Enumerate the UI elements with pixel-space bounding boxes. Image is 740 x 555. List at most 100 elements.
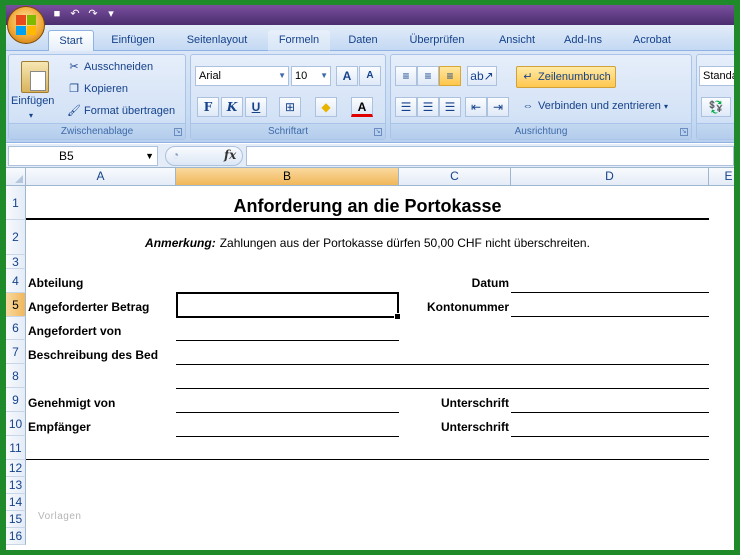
row-header-1[interactable]: 1 xyxy=(6,186,26,220)
row-header-10[interactable]: 10 xyxy=(6,412,26,436)
paste-label: Einfügen xyxy=(11,95,55,107)
shrink-font-button[interactable]: A xyxy=(359,66,381,86)
tab-einfuegen[interactable]: Einfügen xyxy=(104,30,162,51)
font-size-combo[interactable]: 10 ▼ xyxy=(291,66,331,86)
field-datum[interactable] xyxy=(511,292,709,293)
align-bottom-icon: ≡ xyxy=(446,69,454,83)
customize-icon[interactable]: ▾ xyxy=(104,7,118,21)
align-top-button[interactable]: ≡ xyxy=(395,66,417,86)
number-format-combo[interactable]: Standar xyxy=(699,66,734,86)
format-painter-button[interactable]: 🖌 Format übertragen xyxy=(67,104,175,118)
field-kontonummer[interactable] xyxy=(511,316,709,317)
selected-cell-b5[interactable] xyxy=(176,292,401,320)
insert-function-button[interactable]: fx xyxy=(224,148,236,162)
label-angefordert-von: Angefordert von xyxy=(28,324,122,338)
row-header-16[interactable]: 16 xyxy=(6,528,26,545)
name-box[interactable]: B5 ▼ xyxy=(8,146,158,166)
field-genehmigt-von[interactable] xyxy=(176,412,399,413)
save-icon[interactable]: ■ xyxy=(50,7,64,21)
font-name-combo[interactable]: Arial ▼ xyxy=(195,66,289,86)
align-left-button[interactable]: ☰ xyxy=(395,97,417,117)
cut-button[interactable]: ✂ Ausschneiden xyxy=(67,60,153,74)
orientation-button[interactable]: ab↗ xyxy=(467,66,497,86)
currency-format-button[interactable]: 💱 xyxy=(701,97,731,117)
align-right-icon: ☰ xyxy=(444,100,456,114)
copy-button[interactable]: ❐ Kopieren xyxy=(67,82,128,96)
paste-button[interactable]: Einfügen xyxy=(11,95,54,107)
column-header-b[interactable]: B xyxy=(176,168,399,186)
align-center-button[interactable]: ☰ xyxy=(417,97,439,117)
row-header-7[interactable]: 7 xyxy=(6,340,26,364)
borders-icon: ⊞ xyxy=(284,100,296,114)
grow-font-button[interactable]: A xyxy=(336,66,358,86)
align-right-button[interactable]: ☰ xyxy=(439,97,461,117)
field-angefordert-von[interactable] xyxy=(176,340,399,341)
underline-button[interactable]: U xyxy=(245,97,267,117)
title-underline xyxy=(26,218,709,220)
font-color-button[interactable]: A xyxy=(351,97,373,117)
align-middle-button[interactable]: ≡ xyxy=(417,66,439,86)
column-header-c[interactable]: C xyxy=(399,168,511,186)
field-beschreibung-1[interactable] xyxy=(176,364,709,365)
resize-handle-icon[interactable]: ◔ xyxy=(172,148,179,162)
undo-icon[interactable]: ↶ xyxy=(68,7,82,21)
row-header-8[interactable]: 8 xyxy=(6,364,26,388)
label-datum: Datum xyxy=(471,276,509,290)
row-header-4[interactable]: 4 xyxy=(6,269,26,293)
bold-button[interactable]: F xyxy=(197,97,219,117)
select-all-button[interactable] xyxy=(6,168,26,186)
label-beschreibung: Beschreibung des Bed xyxy=(28,348,159,362)
field-empfaenger[interactable] xyxy=(176,436,399,437)
field-beschreibung-2[interactable] xyxy=(176,388,709,389)
fill-color-button[interactable]: ◆ xyxy=(315,97,337,117)
tab-formeln[interactable]: Formeln xyxy=(268,30,330,51)
wrap-text-button[interactable]: ↵ Zeilenumbruch xyxy=(516,66,616,88)
column-header-d[interactable]: D xyxy=(511,168,709,186)
worksheet-grid[interactable]: A B C D E 1 2 3 4 5 6 7 8 9 10 11 12 13 … xyxy=(6,168,734,550)
alignment-launcher-icon[interactable]: ↘ xyxy=(680,128,688,136)
increase-indent-button[interactable]: ⇥ xyxy=(487,97,509,117)
row-header-13[interactable]: 13 xyxy=(6,477,26,494)
tab-seitenlayout[interactable]: Seitenlayout xyxy=(178,30,256,51)
decrease-indent-button[interactable]: ⇤ xyxy=(465,97,487,117)
grow-font-icon: A xyxy=(342,69,352,83)
row-header-6[interactable]: 6 xyxy=(6,317,26,340)
row-header-5[interactable]: 5 xyxy=(6,293,26,317)
row-header-12[interactable]: 12 xyxy=(6,460,26,477)
formula-input[interactable] xyxy=(246,146,734,166)
field-unterschrift-2[interactable] xyxy=(511,436,709,437)
row-header-2[interactable]: 2 xyxy=(6,220,26,255)
redo-icon[interactable]: ↷ xyxy=(86,7,100,21)
label-empfaenger: Empfänger xyxy=(28,420,91,434)
tab-start[interactable]: Start xyxy=(48,30,94,51)
paste-icon[interactable] xyxy=(21,61,49,93)
tab-ansicht[interactable]: Ansicht xyxy=(490,30,544,51)
merge-icon: ⇔ xyxy=(522,100,534,112)
font-launcher-icon[interactable]: ↘ xyxy=(374,128,382,136)
merge-center-button[interactable]: ⇔ Verbinden und zentrieren ▾ xyxy=(521,99,668,113)
field-unterschrift-1[interactable] xyxy=(511,412,709,413)
borders-button[interactable]: ⊞ xyxy=(279,97,301,117)
row-header-3[interactable]: 3 xyxy=(6,255,26,269)
alignment-group-label: Ausrichtung xyxy=(391,123,691,139)
tab-add-ins[interactable]: Add-Ins xyxy=(558,30,608,51)
clipboard-launcher-icon[interactable]: ↘ xyxy=(174,128,182,136)
tab-acrobat[interactable]: Acrobat xyxy=(622,30,682,51)
label-unterschrift-1: Unterschrift xyxy=(440,396,509,410)
row-header-11[interactable]: 11 xyxy=(6,436,26,460)
row-header-15[interactable]: 15 xyxy=(6,511,26,528)
number-group: Standar 💱 xyxy=(696,54,734,140)
copy-icon: ❐ xyxy=(69,83,79,95)
align-bottom-button[interactable]: ≡ xyxy=(439,66,461,86)
paste-dropdown-icon[interactable]: ▾ xyxy=(29,111,33,120)
tab-ueberpruefen[interactable]: Überprüfen xyxy=(400,30,474,51)
label-genehmigt-von: Genehmigt von xyxy=(28,396,116,410)
column-header-a[interactable]: A xyxy=(26,168,176,186)
tab-daten[interactable]: Daten xyxy=(340,30,386,51)
row-header-14[interactable]: 14 xyxy=(6,494,26,511)
office-button[interactable] xyxy=(7,6,45,44)
italic-button[interactable]: K xyxy=(221,97,243,117)
column-header-e[interactable]: E xyxy=(709,168,734,186)
font-group-label: Schriftart xyxy=(191,123,385,139)
row-header-9[interactable]: 9 xyxy=(6,388,26,412)
